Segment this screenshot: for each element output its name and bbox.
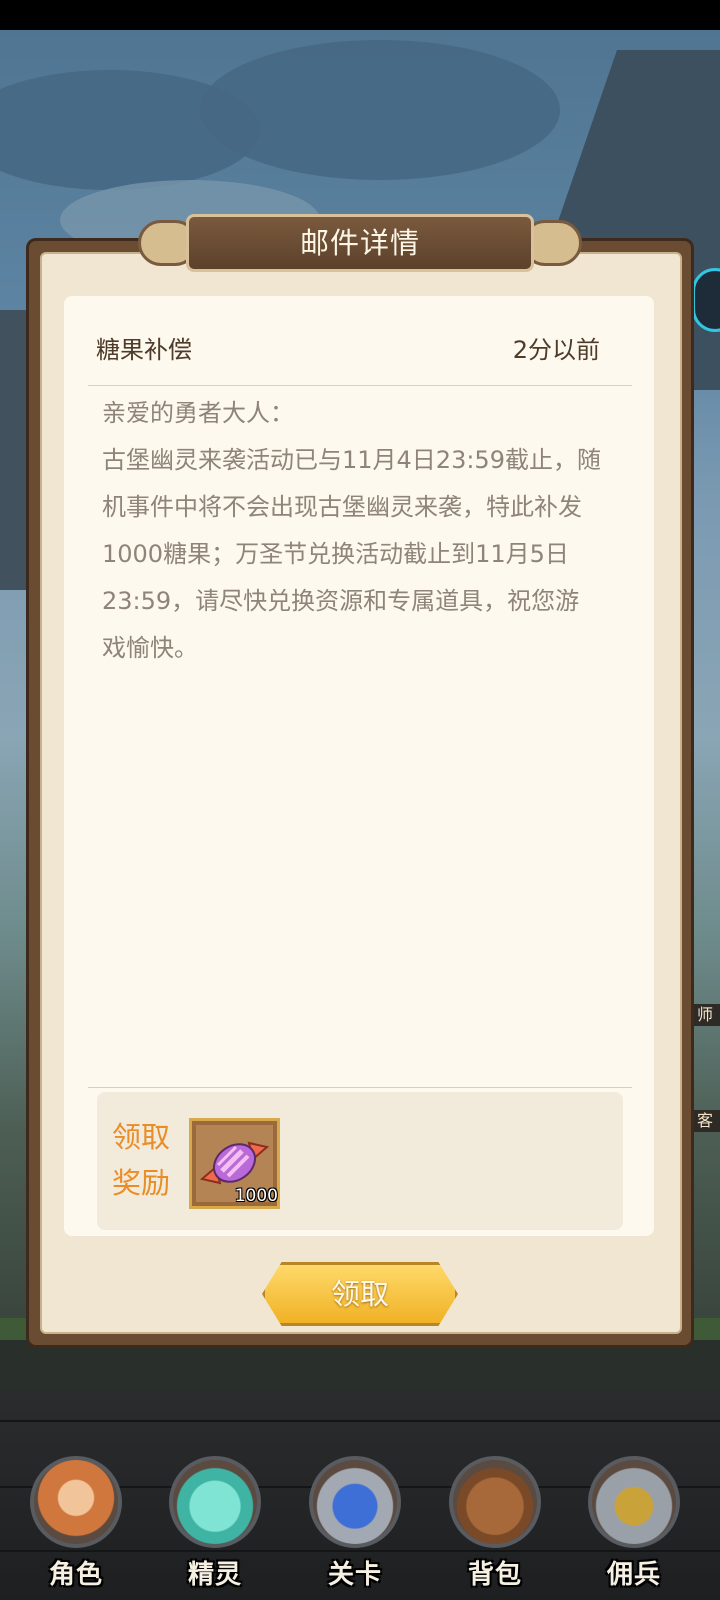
nav-item-spirit[interactable]: 精灵 [155,1450,275,1600]
nav-label: 关卡 [327,1560,382,1590]
character-portrait-icon [30,1456,122,1548]
nav-item-mercenary[interactable]: 佣兵 [574,1450,694,1600]
nav-label: 精灵 [187,1560,242,1590]
mercenary-helmet-icon [588,1456,680,1548]
reward-label: 领取奖励 [112,1120,171,1200]
stage-swords-icon [309,1456,401,1548]
reward-count: 1000 [234,1186,278,1206]
mail-timestamp: 2分以前 [512,336,600,364]
side-label-2: 客 [690,1110,720,1132]
status-bar [0,0,720,30]
nav-item-backpack[interactable]: 背包 [435,1450,555,1600]
mail-subject: 糖果补偿 [96,336,192,364]
spirit-portrait-icon [169,1456,261,1548]
nav-label: 背包 [467,1560,522,1590]
side-event-icon[interactable] [692,268,720,332]
side-label-1: 师 [690,1004,720,1026]
backpack-icon [449,1456,541,1548]
nav-item-stage[interactable]: 关卡 [295,1450,415,1600]
dialog-title: 邮件详情 [299,226,420,260]
nav-label: 佣兵 [606,1560,661,1590]
divider [88,1087,632,1088]
claim-button-label[interactable]: 领取 [262,1262,458,1326]
nav-label: 角色 [48,1560,103,1590]
nav-item-character[interactable]: 角色 [16,1450,136,1600]
mail-body: 亲爱的勇者大人： 古堡幽灵来袭活动已与11月4日23:59截止，随机事件中将不会… [102,399,601,662]
divider [88,385,632,386]
